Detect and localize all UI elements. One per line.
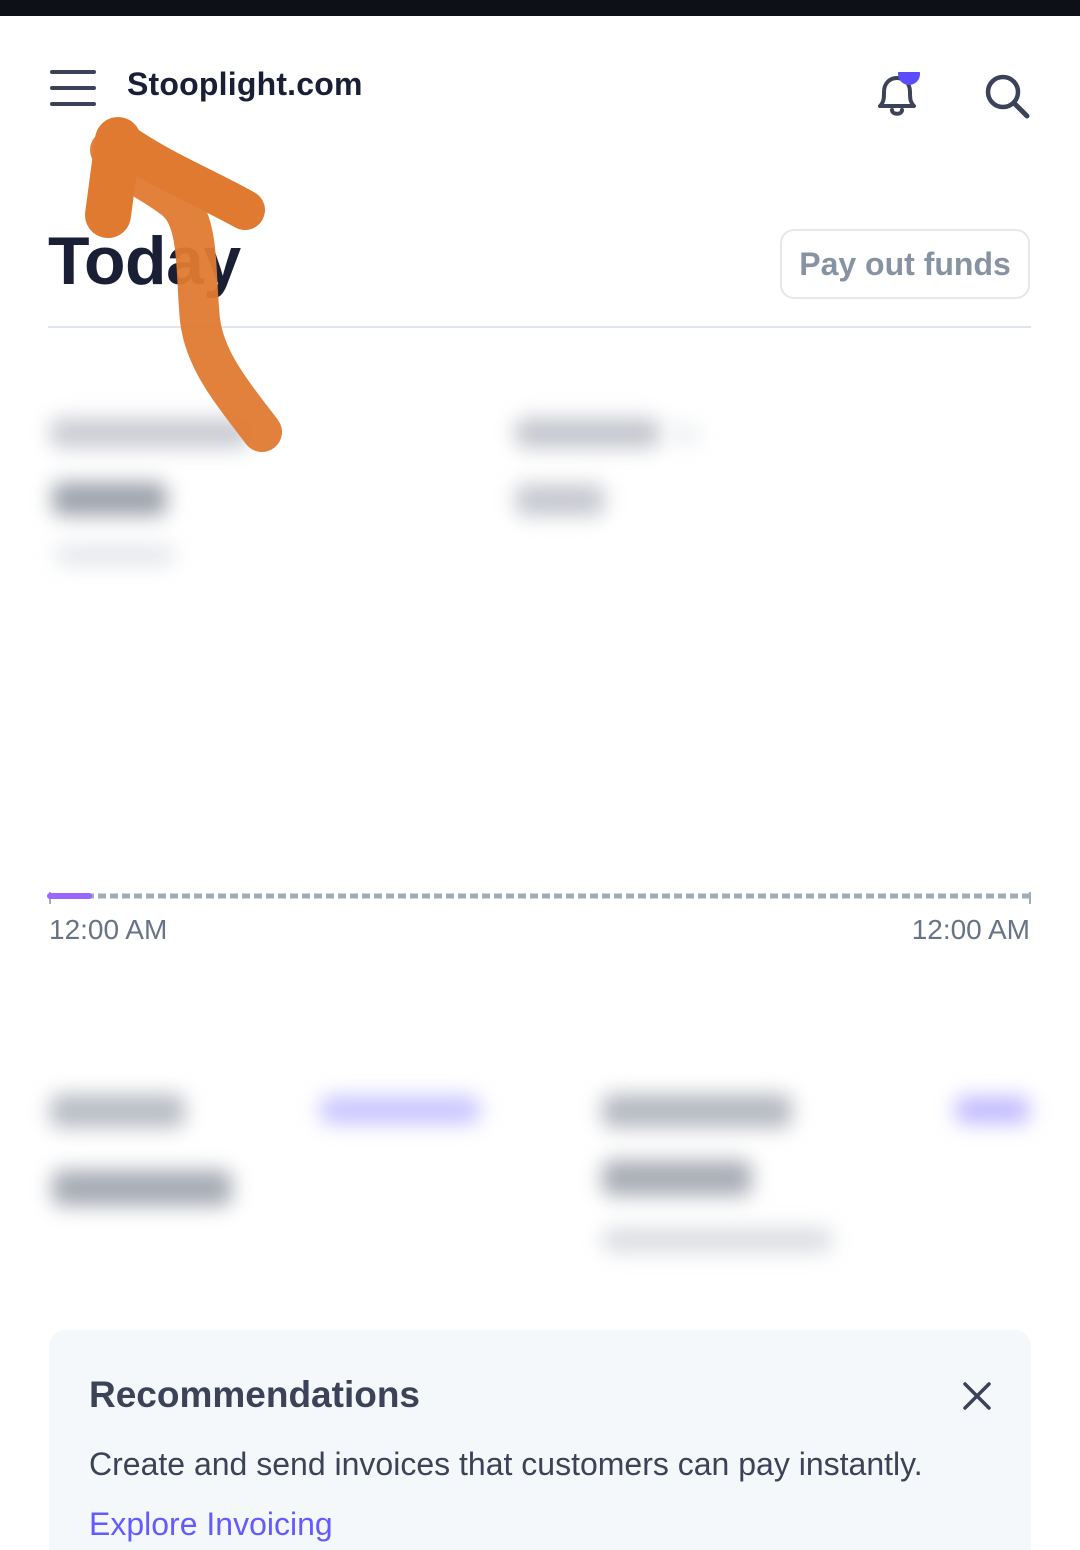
notification-bell-icon[interactable] xyxy=(870,63,926,122)
site-title: Stooplight.com xyxy=(127,66,363,102)
status-bar xyxy=(0,0,1080,16)
page-title: Today xyxy=(48,223,241,299)
notification-dot xyxy=(898,63,920,85)
recommendations-text: Create and send invoices that customers … xyxy=(89,1446,923,1482)
recommendations-title: Recommendations xyxy=(89,1374,421,1415)
close-icon[interactable] xyxy=(957,1376,997,1416)
search-icon[interactable] xyxy=(982,72,1034,124)
pay-out-funds-button[interactable]: Pay out funds xyxy=(780,229,1030,299)
title-divider xyxy=(48,326,1031,328)
page: Stooplight.com Today Pay out funds 12:00… xyxy=(0,0,1080,1550)
chart-end-label: 12:00 AM xyxy=(911,914,1030,945)
recommendations-card: Recommendations Create and send invoices… xyxy=(49,1330,1031,1550)
chart-start-label: 12:00 AM xyxy=(49,914,168,945)
app-header: Stooplight.com xyxy=(0,16,1080,146)
explore-invoicing-link[interactable]: Explore Invoicing xyxy=(89,1506,333,1543)
today-timeline-chart xyxy=(47,892,1031,904)
hamburger-menu-icon[interactable] xyxy=(50,70,98,110)
